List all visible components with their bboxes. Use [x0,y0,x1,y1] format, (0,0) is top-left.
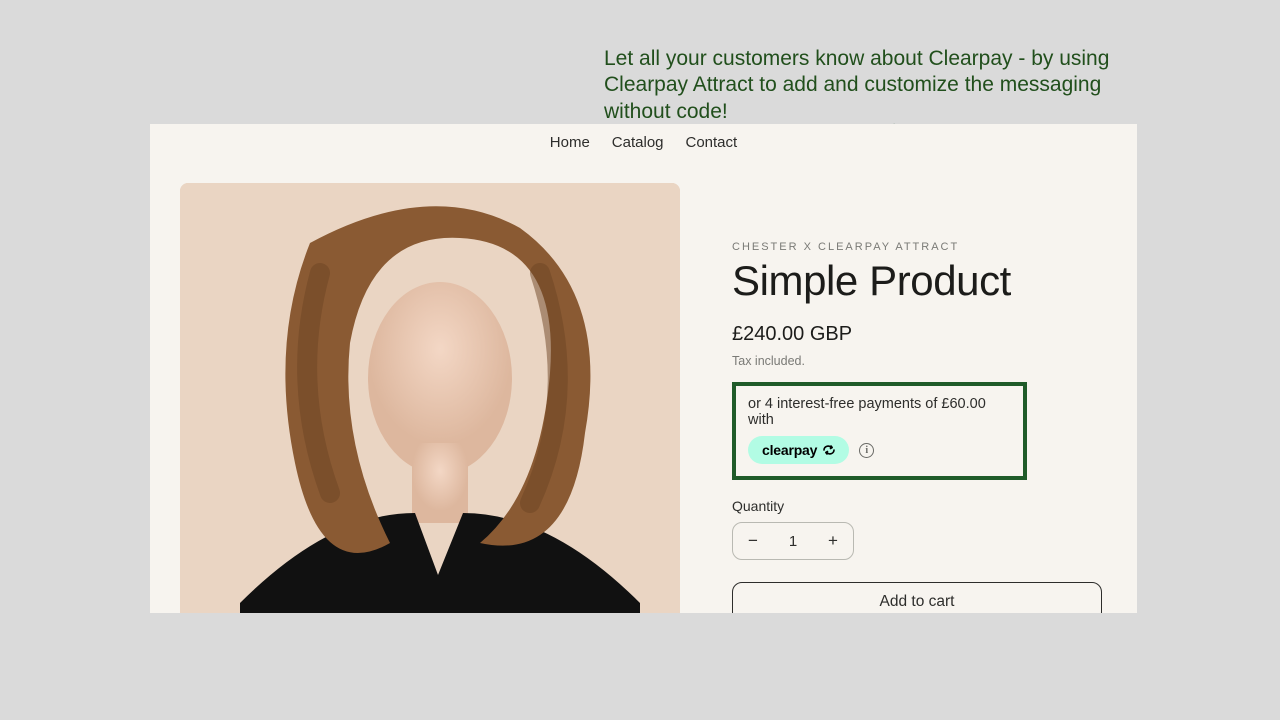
annotation-text: Let all your customers know about Clearp… [604,46,1144,125]
tax-note: Tax included. [732,354,1107,368]
storefront-frame: Home Catalog Contact CHESTE [150,124,1137,613]
bnpl-row: clearpay [748,436,1011,464]
bnpl-message: or 4 interest-free payments of £60.00 wi… [748,396,1011,428]
quantity-value: 1 [773,533,813,550]
nav-link-catalog[interactable]: Catalog [612,134,664,151]
top-nav: Home Catalog Contact [150,134,1137,151]
clearpay-badge[interactable]: clearpay [748,436,849,464]
nav-link-home[interactable]: Home [550,134,590,151]
bnpl-highlight-box: or 4 interest-free payments of £60.00 wi… [732,382,1027,480]
add-to-cart-button[interactable]: Add to cart [732,582,1102,613]
product-vendor: CHESTER X CLEARPAY ATTRACT [732,241,1107,253]
clearpay-loop-icon [821,443,837,457]
product-title: Simple Product [732,257,1107,305]
quantity-label: Quantity [732,498,1107,514]
product-image [180,183,680,613]
clearpay-badge-label: clearpay [762,442,817,458]
quantity-increase-button[interactable]: + [813,523,853,559]
quantity-stepper: − 1 + [732,522,854,560]
product-section: CHESTER X CLEARPAY ATTRACT Simple Produc… [150,151,1137,613]
quantity-decrease-button[interactable]: − [733,523,773,559]
nav-link-contact[interactable]: Contact [686,134,738,151]
product-details: CHESTER X CLEARPAY ATTRACT Simple Produc… [732,183,1107,613]
info-icon[interactable] [859,443,874,458]
product-price: £240.00 GBP [732,323,1107,346]
